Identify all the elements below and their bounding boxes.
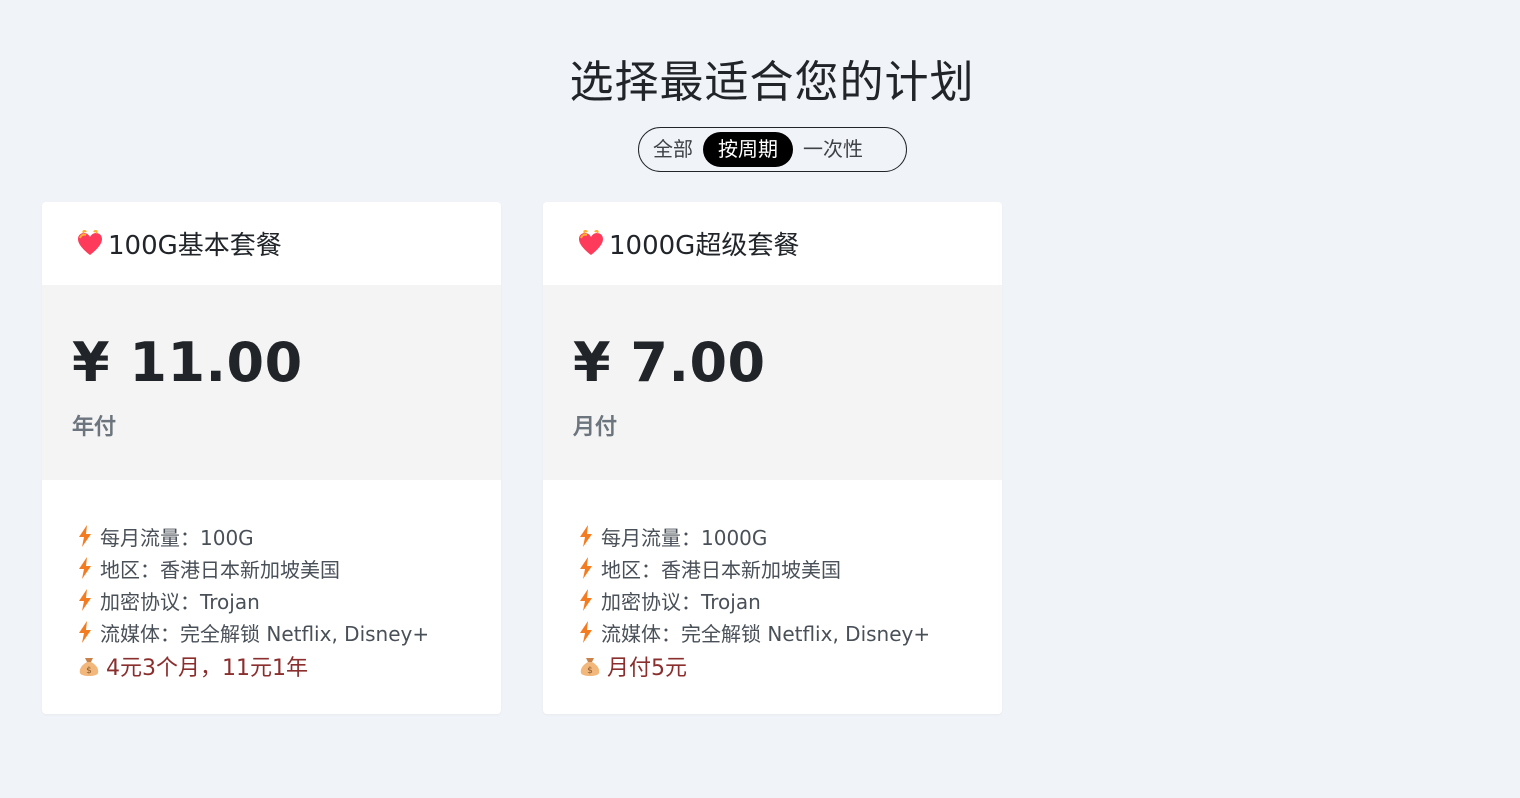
lightning-icon (580, 557, 592, 579)
list-item: 地区：香港日本新加坡美国 (579, 552, 1002, 584)
plan-header: 100G基本套餐 (42, 202, 501, 285)
period-filter: 全部 按周期 一次性 (638, 127, 907, 172)
plan-price: ¥ 7.00 (573, 331, 766, 394)
page-title: 选择最适合您的计划 (569, 57, 975, 108)
list-item: 地区：香港日本新加坡美国 (78, 552, 501, 584)
svg-text:$: $ (86, 666, 92, 676)
plan-name: 100G基本套餐 (108, 231, 282, 261)
money-bag-icon: $ (79, 658, 99, 676)
price-section: ¥ 11.00 年付 (42, 285, 501, 480)
list-item: 每月流量：1000G (579, 520, 1002, 552)
feature-list: 每月流量：100G 地区：香港日本新加坡美国 加密协议：Trojan 流媒体：完… (42, 480, 501, 684)
list-item: 加密协议：Trojan (78, 584, 501, 616)
plan-header: 1000G超级套餐 (543, 202, 1002, 285)
lightning-icon (580, 589, 592, 611)
filter-option-all[interactable]: 全部 (643, 132, 703, 167)
lightning-icon (580, 525, 592, 547)
heart-icon (78, 229, 102, 255)
lightning-icon (79, 589, 91, 611)
plan-name: 1000G超级套餐 (609, 231, 800, 261)
list-item: 流媒体：完全解锁 Netflix, Disney+ (78, 616, 501, 648)
promo-text: $ 月付5元 (579, 648, 1002, 684)
svg-text:$: $ (587, 666, 593, 676)
filter-option-periodic[interactable]: 按周期 (703, 132, 793, 167)
filter-option-one-time[interactable]: 一次性 (793, 132, 873, 167)
plan-price: ¥ 11.00 (72, 331, 303, 394)
lightning-icon (79, 525, 91, 547)
heart-icon (579, 229, 603, 255)
lightning-icon (79, 557, 91, 579)
plan-card[interactable]: 1000G超级套餐 ¥ 7.00 月付 每月流量：1000G 地区：香港日本新加… (543, 202, 1002, 714)
plan-period: 年付 (72, 415, 117, 440)
list-item: 流媒体：完全解锁 Netflix, Disney+ (579, 616, 1002, 648)
plan-card[interactable]: 100G基本套餐 ¥ 11.00 年付 每月流量：100G 地区：香港日本新加坡… (42, 202, 501, 714)
feature-list: 每月流量：1000G 地区：香港日本新加坡美国 加密协议：Trojan 流媒体：… (543, 480, 1002, 684)
lightning-icon (79, 621, 91, 643)
list-item: 加密协议：Trojan (579, 584, 1002, 616)
promo-text: $ 4元3个月，11元1年 (78, 648, 501, 684)
price-section: ¥ 7.00 月付 (543, 285, 1002, 480)
plan-period: 月付 (573, 415, 618, 440)
list-item: 每月流量：100G (78, 520, 501, 552)
lightning-icon (580, 621, 592, 643)
money-bag-icon: $ (580, 658, 600, 676)
